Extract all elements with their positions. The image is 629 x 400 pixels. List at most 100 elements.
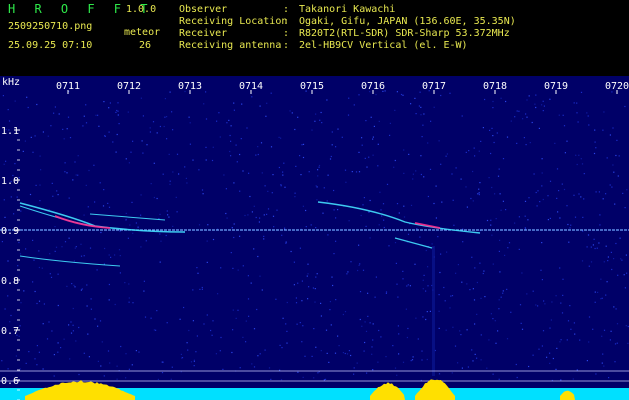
noise-speck	[500, 97, 502, 99]
noise-speck	[613, 258, 615, 260]
noise-speck	[132, 302, 134, 304]
noise-speck	[295, 165, 297, 167]
noise-speck	[614, 203, 616, 205]
noise-speck	[192, 159, 194, 161]
noise-speck	[522, 118, 524, 120]
noise-speck	[119, 255, 121, 257]
noise-speck	[547, 219, 549, 221]
noise-speck	[429, 168, 432, 170]
noise-speck	[383, 226, 385, 229]
noise-speck	[231, 351, 233, 354]
noise-speck	[535, 106, 537, 109]
noise-speck	[603, 329, 606, 331]
noise-speck	[549, 98, 551, 100]
noise-speck	[440, 253, 442, 255]
observer-separator: :	[283, 4, 290, 15]
noise-speck	[579, 339, 581, 341]
antenna-value: 2el-HB9CV Vertical (el. E-W)	[299, 40, 468, 51]
noise-speck	[599, 214, 601, 216]
noise-speck	[284, 186, 286, 188]
noise-speck	[335, 217, 337, 219]
noise-speck	[499, 193, 501, 195]
noise-speck	[405, 308, 407, 310]
noise-speck	[114, 303, 116, 306]
noise-speck	[128, 162, 130, 164]
noise-speck	[566, 339, 568, 341]
noise-speck	[441, 201, 443, 203]
noise-speck	[265, 115, 267, 117]
noise-speck	[502, 158, 505, 160]
noise-speck	[297, 371, 299, 373]
noise-speck	[549, 327, 551, 329]
noise-speck	[193, 359, 195, 361]
noise-speck	[359, 263, 361, 265]
noise-speck	[409, 285, 411, 287]
noise-speck	[282, 174, 284, 176]
noise-speck	[426, 311, 428, 313]
noise-speck	[586, 246, 588, 248]
noise-speck	[29, 193, 32, 196]
noise-speck	[394, 367, 397, 369]
noise-speck	[325, 329, 328, 331]
noise-speck	[255, 216, 257, 219]
noise-speck	[85, 184, 87, 186]
noise-speck	[259, 217, 261, 219]
noise-speck	[20, 210, 22, 212]
noise-speck	[318, 164, 321, 167]
noise-speck	[267, 208, 270, 210]
noise-speck	[168, 216, 170, 218]
noise-speck	[1, 241, 3, 243]
noise-speck	[353, 367, 355, 369]
noise-speck	[498, 378, 500, 380]
noise-speck	[366, 166, 368, 168]
noise-speck	[18, 241, 20, 244]
noise-speck	[315, 113, 317, 115]
noise-speck	[167, 214, 169, 216]
noise-speck	[42, 131, 44, 133]
noise-speck	[558, 114, 560, 116]
noise-speck	[461, 281, 463, 283]
noise-speck	[550, 319, 552, 321]
noise-speck	[492, 318, 494, 320]
noise-speck	[510, 120, 512, 122]
noise-speck	[467, 366, 469, 368]
noise-speck	[412, 173, 414, 175]
noise-speck	[624, 105, 626, 108]
noise-speck	[574, 216, 577, 218]
noise-speck	[569, 305, 571, 307]
noise-speck	[377, 143, 379, 145]
noise-speck	[165, 234, 167, 237]
noise-speck	[471, 256, 473, 258]
noise-speck	[576, 369, 578, 371]
noise-speck	[445, 329, 447, 331]
noise-speck	[573, 322, 575, 324]
noise-speck	[560, 339, 562, 341]
noise-speck	[610, 330, 612, 332]
noise-speck	[315, 185, 317, 187]
noise-speck	[365, 330, 368, 332]
noise-speck	[346, 353, 349, 355]
noise-speck	[595, 147, 597, 149]
noise-speck	[567, 320, 570, 322]
noise-speck	[531, 121, 533, 124]
noise-speck	[260, 142, 263, 144]
noise-speck	[440, 94, 442, 97]
noise-speck	[586, 360, 588, 362]
noise-speck	[35, 184, 37, 186]
noise-speck	[314, 301, 316, 303]
noise-speck	[271, 192, 273, 194]
noise-speck	[366, 372, 368, 374]
noise-speck	[470, 197, 472, 200]
noise-speck	[486, 367, 488, 369]
noise-speck	[81, 288, 83, 290]
noise-speck	[117, 110, 119, 112]
noise-speck	[245, 320, 247, 322]
noise-speck	[301, 341, 303, 343]
noise-speck	[557, 211, 559, 213]
noise-speck	[505, 100, 507, 103]
noise-speck	[561, 183, 563, 185]
noise-speck	[96, 269, 98, 271]
noise-speck	[587, 115, 589, 117]
noise-speck	[438, 310, 440, 312]
noise-speck	[239, 367, 241, 369]
